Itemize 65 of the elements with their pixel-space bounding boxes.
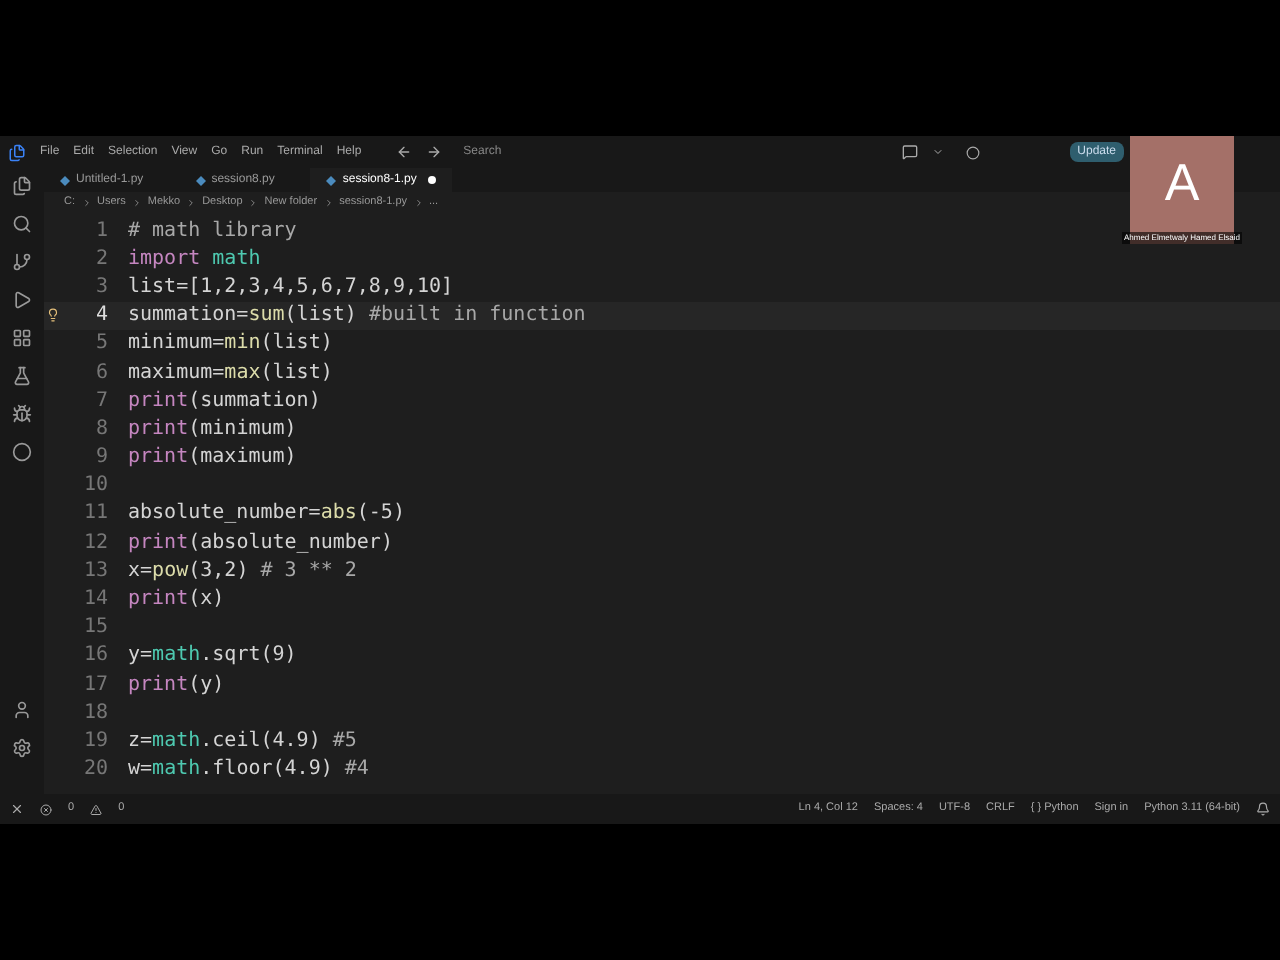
settings-icon[interactable] — [12, 738, 32, 758]
code-line: minimum=min(list) — [128, 330, 333, 359]
line-number: 19 — [81, 727, 108, 756]
line-number: 18 — [81, 699, 108, 728]
error-icon — [40, 803, 52, 815]
line-number: 4 — [93, 302, 108, 331]
code-line: print(maximum) — [128, 444, 297, 473]
line-number: 5 — [93, 330, 108, 359]
search-icon[interactable] — [12, 214, 32, 234]
line-number: 2 — [93, 245, 108, 274]
remote-icon[interactable] — [10, 802, 24, 816]
chat-icon[interactable] — [901, 144, 918, 160]
line-number: 12 — [81, 529, 108, 558]
line-number: 1 — [93, 217, 108, 246]
line-number: 10 — [81, 472, 108, 501]
participant-initial: A — [1164, 150, 1200, 216]
code-line: print(minimum) — [128, 415, 297, 444]
warning-icon — [90, 803, 103, 815]
code-line: y=math.sqrt(9) — [128, 642, 297, 671]
code-line: summation=sum(list) #built in function — [128, 302, 586, 331]
bell-icon[interactable] — [1256, 802, 1270, 816]
code-line: maximum=max(list) — [128, 359, 333, 388]
line-number: 6 — [93, 359, 108, 388]
forward-icon[interactable] — [425, 144, 442, 160]
code-line: list=[1,2,3,4,5,6,7,8,9,10] — [128, 273, 454, 302]
branch-icon[interactable] — [12, 252, 32, 272]
code-line: print(x) — [128, 586, 225, 615]
code-line: print(y) — [128, 671, 225, 700]
chevron-icon — [186, 197, 197, 207]
lightbulb-icon[interactable] — [45, 308, 59, 323]
run-icon[interactable] — [12, 290, 32, 310]
code-line: absolute_number=abs(-5) — [128, 500, 405, 529]
code-line: w=math.floor(4.9) #4 — [128, 756, 369, 785]
chevron-icon — [323, 197, 334, 207]
line-number: 20 — [81, 756, 108, 785]
app-logo-icon — [8, 143, 26, 161]
code-line: import math — [128, 245, 261, 274]
line-number: 15 — [81, 614, 108, 643]
line-number: 9 — [93, 444, 108, 473]
back-icon[interactable] — [395, 144, 412, 160]
line-number: 17 — [81, 671, 108, 700]
line-number: 3 — [93, 273, 108, 302]
extensions-icon[interactable] — [12, 328, 32, 348]
line-number: 8 — [93, 415, 108, 444]
chevron-icon[interactable] — [931, 146, 944, 158]
line-number: 14 — [81, 586, 108, 615]
flask-icon[interactable] — [12, 366, 32, 386]
bug-icon[interactable] — [12, 404, 32, 424]
code-line: x=pow(3,2) # 3 ** 2 — [128, 557, 357, 586]
chevron-icon — [413, 197, 423, 207]
code-line: print(absolute_number) — [128, 529, 393, 558]
python-file-icon — [326, 175, 337, 185]
line-number: 16 — [81, 642, 108, 671]
python-file-icon — [60, 175, 70, 185]
chevron-icon — [81, 197, 91, 207]
python-file-icon — [195, 175, 206, 185]
chevron-icon — [131, 197, 142, 207]
code-line: print(summation) — [128, 387, 321, 416]
line-number: 11 — [81, 500, 108, 529]
code-line: z=math.ceil(4.9) #5 — [128, 727, 357, 756]
line-number: 7 — [93, 387, 108, 416]
files-icon[interactable] — [12, 176, 32, 196]
chevron-icon — [248, 197, 259, 207]
code-line: # math library — [128, 217, 297, 246]
line-number: 13 — [81, 557, 108, 586]
